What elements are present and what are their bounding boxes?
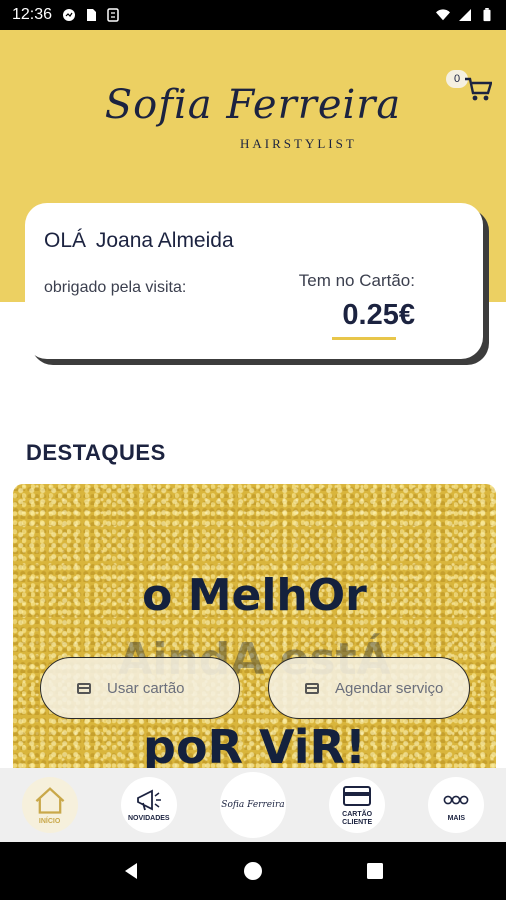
banner-line-1: o MelhOr <box>142 570 367 621</box>
status-left-icons <box>62 8 120 22</box>
section-title-destaques: DESTAQUES <box>26 440 166 465</box>
battery-icon <box>483 8 491 22</box>
balance-label: Tem no Cartão: <box>298 271 415 290</box>
user-name: Joana Almeida <box>95 229 234 252</box>
megaphone-icon <box>136 789 161 810</box>
signal-icon <box>459 9 471 21</box>
status-bar: 12:36 <box>0 0 506 30</box>
nav-item-news[interactable]: NOVIDADES <box>120 777 177 833</box>
banner-line-3: poR ViR! <box>143 720 366 774</box>
nav-item-home[interactable]: INÍCIO <box>21 777 78 833</box>
nav-label-news: NOVIDADES <box>127 814 170 822</box>
more-icon <box>443 795 469 804</box>
greeting: OLÁ Joana Almeida <box>44 229 234 253</box>
brand-logo-icon: Sofia Ferreira <box>221 800 285 810</box>
status-time: 12:36 <box>12 6 53 23</box>
brand-subtitle: HAIRSTYLIST <box>240 136 357 151</box>
balance-underline <box>332 337 396 340</box>
app-screen: 12:36 Sofia Ferreira HAIRSTYLIST 0 OLÁ J… <box>0 0 506 900</box>
cart-button[interactable]: 0 <box>446 70 492 104</box>
card-icon <box>343 785 372 806</box>
use-card-button[interactable]: Usar cartão <box>40 657 240 719</box>
sim-icon <box>87 9 97 21</box>
nav-item-client-card[interactable]: CARTÃO CLIENTE <box>329 777 386 833</box>
nav-item-more[interactable]: MAIS <box>428 777 485 833</box>
nav-label-home: INÍCIO <box>38 817 61 825</box>
nav-item-brand[interactable]: Sofia Ferreira <box>219 772 286 838</box>
back-icon[interactable] <box>121 861 141 881</box>
home-icon <box>35 786 64 814</box>
brand-script: Sofia Ferreira <box>104 82 402 128</box>
wifi-icon <box>436 9 450 21</box>
calendar-icon <box>305 682 319 694</box>
nav-label-client-card: CARTÃO CLIENTE <box>342 810 373 826</box>
credit-card-icon <box>77 682 91 694</box>
schedule-service-label: Agendar serviço <box>335 679 444 697</box>
schedule-service-button[interactable]: Agendar serviço <box>268 657 470 719</box>
cart-icon <box>465 77 492 101</box>
messenger-icon <box>63 9 76 21</box>
use-card-label: Usar cartão <box>107 679 185 697</box>
system-nav-bar <box>0 842 506 900</box>
nav-label-more: MAIS <box>447 814 466 822</box>
recents-icon[interactable] <box>365 861 385 881</box>
balance-value: 0.25€ <box>342 299 415 331</box>
greeting-hello: OLÁ <box>44 229 87 252</box>
home-circle-icon[interactable] <box>243 861 263 881</box>
bottom-nav: INÍCIO NOVIDADES Sofia Ferreira CARTÃO C… <box>0 768 506 842</box>
status-right-icons <box>436 8 494 22</box>
loyalty-card: OLÁ Joana Almeida obrigado pela visita: … <box>25 203 483 359</box>
brand-logo: Sofia Ferreira HAIRSTYLIST <box>0 82 506 151</box>
sync-icon <box>107 8 119 22</box>
thanks-text: obrigado pela visita: <box>44 279 187 296</box>
highlight-banner[interactable]: o MelhOr AindA estÁ poR ViR! <box>13 484 496 784</box>
